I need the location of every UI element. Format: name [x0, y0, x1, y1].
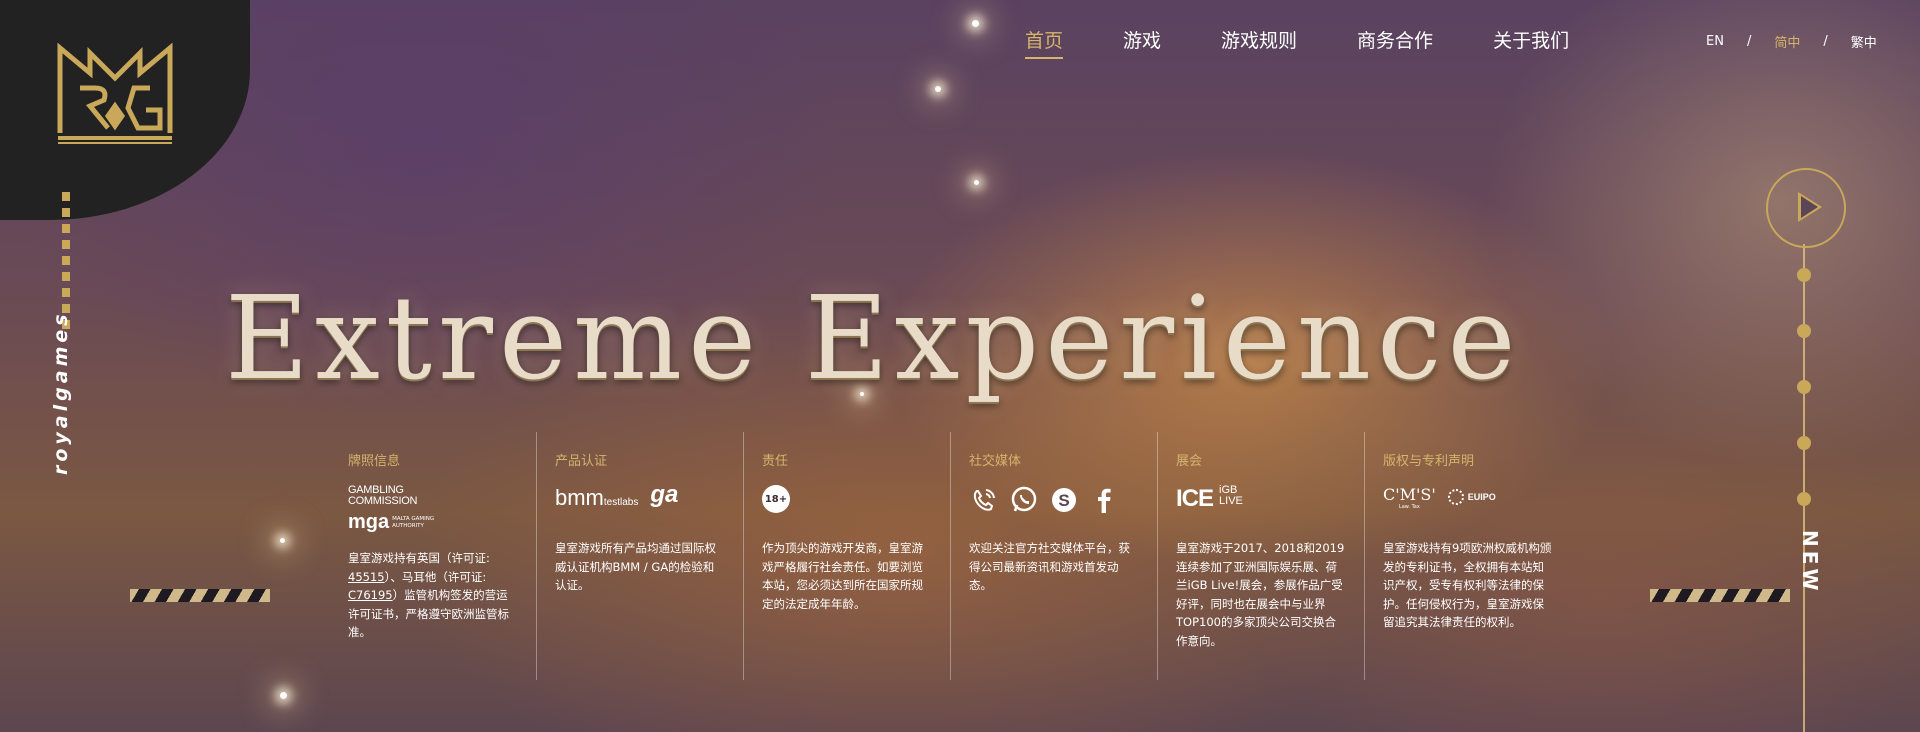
- license-link-malta[interactable]: C76195: [348, 588, 393, 602]
- license-logos: GAMBLING COMMISSION mga MALTA GAMING AUTH…: [348, 485, 518, 539]
- info-column-copyright: 版权与专利声明 C'M'S' Law. Tax EUIPO 皇室游戏持有9项欧洲权…: [1365, 432, 1572, 680]
- expo-logos: ICE iGB LIVE: [1176, 485, 1346, 539]
- mga-sub-2: AUTHORITY: [392, 522, 424, 529]
- column-title: 责任: [762, 454, 789, 469]
- column-title: 产品认证: [555, 454, 608, 469]
- facebook-icon[interactable]: [1089, 485, 1119, 515]
- new-label: NEW: [1798, 530, 1822, 595]
- column-text: 作为顶尖的游戏开发商，皇室游戏严格履行社会责任。如要浏览本站，您必须达到所在国家…: [762, 541, 923, 611]
- cms-mark: C'M'S': [1383, 485, 1436, 504]
- svg-text:S: S: [1058, 491, 1069, 510]
- sparkle: [280, 692, 287, 699]
- column-text: 皇室游戏所有产品均通过国际权威认证机构BMM / GA的检验和认证。: [555, 541, 716, 592]
- copyright-logos: C'M'S' Law. Tax EUIPO: [1383, 485, 1554, 539]
- slide-progress-line: [1803, 244, 1805, 732]
- decorative-stripe-right: [1650, 589, 1790, 602]
- sparkle: [935, 86, 941, 92]
- info-column-expo: 展会 ICE iGB LIVE 皇室游戏于2017、2018和2019连续参加了亚…: [1158, 432, 1365, 680]
- euipo-mark: EUIPO: [1467, 492, 1496, 502]
- lang-separator: /: [1746, 34, 1752, 49]
- cert-logos: bmmtestlabs ga: [555, 481, 725, 539]
- sparkle: [280, 538, 285, 543]
- license-text-2: ）、马耳他（许可证:: [384, 569, 487, 584]
- nav-item-home[interactable]: 首页: [1025, 26, 1064, 59]
- nav-item-games[interactable]: 游戏: [1123, 26, 1161, 59]
- gc-line-2: COMMISSION: [348, 495, 418, 507]
- play-icon: [1798, 192, 1822, 222]
- info-column-responsibility: 责任 18+ 作为顶尖的游戏开发商，皇室游戏严格履行社会责任。如要浏览本站，您必…: [744, 432, 951, 680]
- royalgames-logo-icon[interactable]: [50, 28, 180, 148]
- column-text: 欢迎关注官方社交媒体平台，获得公司最新资讯和游戏首发动态。: [969, 541, 1130, 592]
- lang-zh-tw[interactable]: 繁中: [1851, 32, 1877, 51]
- ga-logo: ga: [650, 481, 679, 508]
- language-switcher: EN / 简中 / 繁中: [1706, 32, 1877, 51]
- column-title: 版权与专利声明: [1383, 454, 1475, 469]
- bmm-mark: bmm: [555, 485, 604, 510]
- responsibility-logos: 18+: [762, 485, 932, 539]
- mga-subtitle: MALTA GAMING AUTHORITY: [392, 516, 434, 530]
- column-text: 皇室游戏持有英国（许可证: 45515）、马耳他（许可证: C76195）监管机…: [348, 549, 518, 642]
- igb-line-2: LIVE: [1219, 495, 1243, 507]
- license-logo-stack: GAMBLING COMMISSION mga MALTA GAMING AUTH…: [348, 485, 434, 534]
- info-columns: 牌照信息 GAMBLING COMMISSION mga MALTA GAMIN…: [330, 432, 1572, 680]
- mga-mark: mga: [348, 511, 390, 533]
- brand-name: royalgames: [50, 310, 72, 475]
- brand-vertical-text: royalgames: [50, 310, 80, 485]
- column-title: 牌照信息: [348, 454, 401, 469]
- skype-icon[interactable]: S: [1049, 485, 1079, 515]
- igb-live-logo: iGB LIVE: [1219, 485, 1243, 507]
- slide-dot[interactable]: [1797, 380, 1811, 394]
- lang-zh-cn[interactable]: 简中: [1774, 32, 1800, 51]
- play-button[interactable]: [1766, 168, 1846, 248]
- ice-logo: ICE: [1176, 485, 1214, 512]
- social-icons: S: [969, 485, 1139, 539]
- gambling-commission-logo: GAMBLING COMMISSION: [348, 485, 434, 507]
- slide-dot[interactable]: [1797, 436, 1811, 450]
- main-nav: 首页 游戏 游戏规则 商务合作 关于我们: [1025, 26, 1629, 59]
- viber-icon[interactable]: [969, 485, 999, 515]
- decorative-stripe-left: [130, 589, 270, 602]
- slide-dot[interactable]: [1797, 324, 1811, 338]
- mga-sub-1: MALTA GAMING: [392, 515, 435, 522]
- column-title: 展会: [1176, 454, 1203, 469]
- info-column-social: 社交媒体 S 欢迎关注官方社交媒体平台，获得公司最新资讯和游戏首发动态。: [951, 432, 1158, 680]
- mga-logo: mga MALTA GAMING AUTHORITY: [348, 511, 434, 534]
- license-link-uk[interactable]: 45515: [348, 570, 385, 584]
- sparkle: [972, 20, 979, 27]
- bmm-logo: bmmtestlabs: [555, 485, 638, 511]
- info-column-license: 牌照信息 GAMBLING COMMISSION mga MALTA GAMIN…: [330, 432, 537, 680]
- sparkle: [974, 180, 979, 185]
- column-text: 皇室游戏持有9项欧洲权威机构颁发的专利证书，全权拥有本站知识产权，受专有权利等法…: [1383, 541, 1552, 629]
- column-title: 社交媒体: [969, 454, 1022, 469]
- slide-dot[interactable]: [1797, 492, 1811, 506]
- lang-separator: /: [1823, 34, 1828, 49]
- nav-item-about[interactable]: 关于我们: [1493, 26, 1569, 59]
- nav-item-rules[interactable]: 游戏规则: [1221, 26, 1297, 59]
- lang-en[interactable]: EN: [1706, 34, 1724, 49]
- info-column-cert: 产品认证 bmmtestlabs ga 皇室游戏所有产品均通过国际权威认证机构B…: [537, 432, 744, 680]
- cms-logo: C'M'S' Law. Tax: [1383, 485, 1436, 510]
- euipo-ring-icon: [1447, 489, 1464, 505]
- euipo-logo: EUIPO: [1447, 489, 1496, 505]
- slide-dot[interactable]: [1797, 268, 1811, 282]
- license-text-1: 皇室游戏持有英国（许可证:: [348, 551, 490, 565]
- whatsapp-icon[interactable]: [1009, 485, 1039, 515]
- cms-sub: Law. Tax: [1398, 504, 1420, 510]
- column-text: 皇室游戏于2017、2018和2019连续参加了亚洲国际娱乐展、荷兰iGB Li…: [1176, 541, 1345, 648]
- hero-headline: Extreme Experience: [225, 272, 1522, 406]
- nav-item-business[interactable]: 商务合作: [1357, 26, 1433, 59]
- age-18-badge: 18+: [762, 485, 790, 513]
- bmm-testlabs: testlabs: [603, 497, 639, 508]
